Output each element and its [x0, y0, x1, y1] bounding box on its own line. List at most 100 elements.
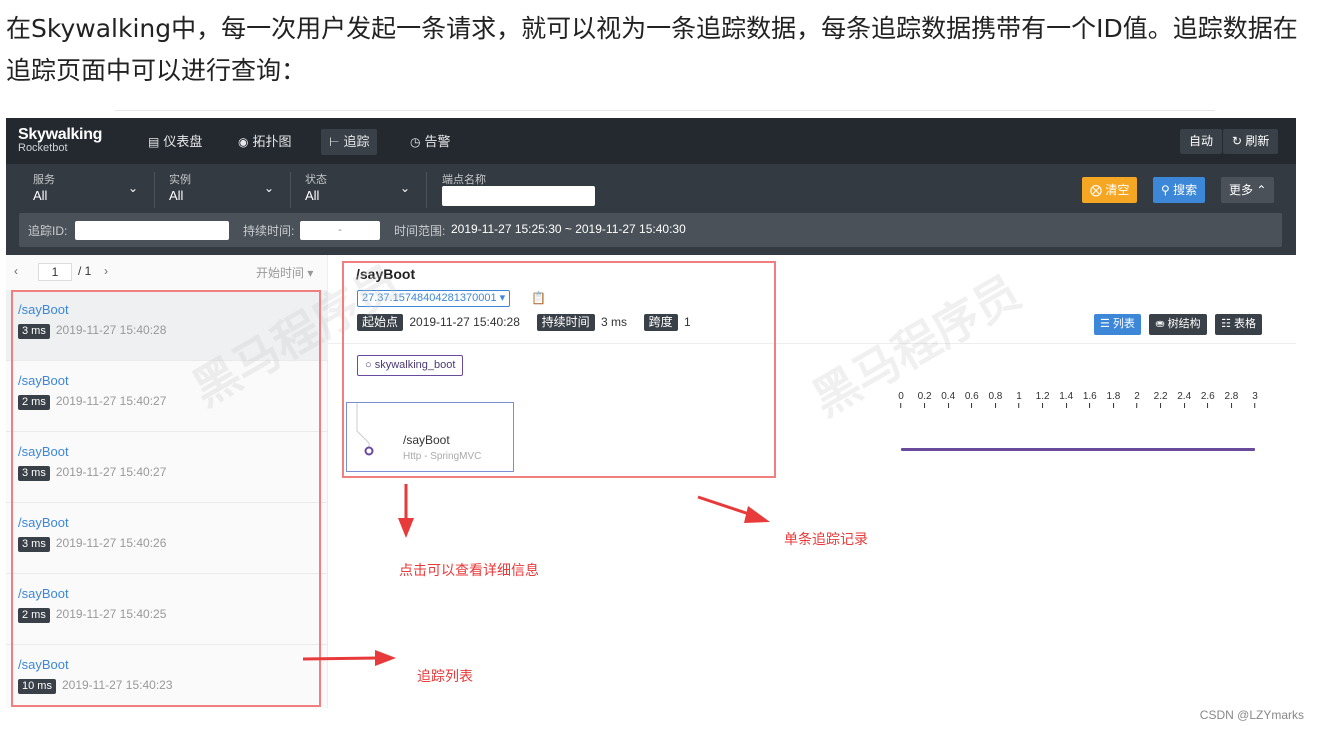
trace-icon: ⊢ — [329, 135, 340, 149]
axis-tick-mark — [1136, 403, 1138, 408]
axis-tick-mark — [1230, 403, 1232, 408]
axis-tick-label: 1.6 — [1082, 391, 1097, 402]
axis-tick-label: 0.4 — [941, 391, 956, 402]
axis-tick-mark — [971, 403, 973, 408]
axis-tick-mark — [924, 403, 926, 408]
tree-icon: ⛂ — [1155, 318, 1165, 330]
axis-tick: 1.6 — [1083, 391, 1097, 408]
endpoint-input[interactable] — [442, 186, 595, 206]
axis-tick-label: 1.4 — [1059, 391, 1074, 402]
search-icon: ⚲ — [1161, 183, 1170, 197]
trace-id-label: 追踪ID: — [28, 224, 68, 238]
axis-tick-mark — [900, 403, 902, 408]
detail-hint-annotation: 点击可以查看详细信息 — [399, 563, 539, 579]
axis-tick-label: 0 — [898, 391, 904, 402]
more-button[interactable]: 更多 ⌃ — [1221, 177, 1275, 203]
axis-tick-mark — [1183, 403, 1185, 408]
instance-select[interactable]: 实例 All ⌄ — [169, 171, 274, 203]
service-select[interactable]: 服务 All ⌄ — [33, 171, 138, 203]
status-label: 状态 — [305, 174, 327, 186]
axis-tick-label: 2.8 — [1224, 391, 1239, 402]
alarm-icon: ◷ — [410, 135, 421, 149]
axis-tick-label: 0.2 — [917, 391, 932, 402]
axis-tick-mark — [1207, 403, 1209, 408]
status-value: All — [305, 188, 320, 203]
tree-view-button[interactable]: ⛂ 树结构 — [1149, 314, 1207, 335]
axis-tick: 2.6 — [1201, 391, 1215, 408]
logo: Skywalking Rocketbot — [18, 126, 102, 154]
axis-tick: 1.4 — [1059, 391, 1073, 408]
axis-tick: 2.8 — [1224, 391, 1238, 408]
filter-divider — [154, 172, 155, 208]
sort-label: 开始时间 — [256, 266, 305, 280]
chevron-up-icon: ⌃ — [1256, 183, 1267, 197]
chevron-down-icon: ⌄ — [127, 181, 138, 195]
page-input[interactable]: 1 — [38, 263, 72, 281]
pager: ‹ 1 / 1 › 开始时间 ▾ — [12, 263, 322, 283]
axis-tick-label: 0.8 — [988, 391, 1003, 402]
clear-button[interactable]: ⨂ 清空 — [1082, 177, 1138, 203]
advanced-filters: 追踪ID: 持续时间: - 时间范围: 2019-11-27 15:25:30 … — [19, 213, 1282, 247]
axis-tick-label: 3 — [1252, 391, 1258, 402]
list-icon: ☰ — [1099, 318, 1110, 330]
nav-dashboard[interactable]: ▤ 仪表盘 — [140, 129, 210, 155]
axis-tick-label: 2.2 — [1153, 391, 1168, 402]
axis-tick: 0.6 — [965, 391, 979, 408]
list-view-button[interactable]: ☰ 列表 — [1093, 314, 1141, 335]
axis-tick-mark — [1160, 403, 1162, 408]
axis-tick: 1.8 — [1106, 391, 1120, 408]
view-switcher: ☰ 列表 ⛂ 树结构 ☷ 表格 — [1090, 314, 1262, 335]
axis-tick-label: 2.6 — [1200, 391, 1215, 402]
search-button[interactable]: ⚲ 搜索 — [1153, 177, 1206, 203]
axis-tick-mark — [1112, 403, 1114, 408]
page-total: / 1 — [78, 264, 92, 278]
chevron-left-icon[interactable]: ‹ — [14, 264, 18, 278]
span-bar[interactable] — [901, 448, 1255, 451]
tree-view-label: 树结构 — [1167, 318, 1201, 330]
duration-label: 持续时间: — [243, 224, 295, 238]
clear-label: 清空 — [1105, 183, 1130, 197]
nav-topology[interactable]: ◉ 拓扑图 — [230, 129, 300, 155]
refresh-label: 刷新 — [1245, 134, 1270, 148]
chevron-down-icon: ⌄ — [263, 181, 274, 195]
trace-id-input[interactable] — [75, 221, 229, 240]
chevron-right-icon[interactable]: › — [104, 264, 108, 278]
refresh-icon: ↻ — [1232, 134, 1243, 148]
axis-tick: 2 — [1134, 391, 1140, 408]
axis-tick-label: 0.6 — [964, 391, 979, 402]
service-value: All — [33, 188, 48, 203]
list-view-label: 列表 — [1112, 318, 1135, 330]
instance-value: All — [169, 188, 184, 203]
axis-tick: 3 — [1252, 391, 1258, 408]
axis-tick-mark — [1065, 403, 1067, 408]
axis-tick-mark — [1018, 403, 1020, 408]
status-select[interactable]: 状态 All ⌄ — [305, 171, 410, 203]
axis-tick: 0.8 — [988, 391, 1002, 408]
time-range-value[interactable]: 2019-11-27 15:25:30 ~ 2019-11-27 15:40:3… — [451, 222, 686, 236]
axis-tick-label: 1.8 — [1106, 391, 1121, 402]
search-label: 搜索 — [1173, 183, 1198, 197]
auto-button[interactable]: 自动 — [1180, 129, 1223, 154]
axis-tick-label: 2 — [1134, 391, 1140, 402]
refresh-button[interactable]: ↻ 刷新 — [1223, 129, 1279, 154]
chevron-down-icon: ⌄ — [399, 181, 410, 195]
nav-alarm[interactable]: ◷ 告警 — [402, 129, 459, 155]
axis-tick: 0.2 — [918, 391, 932, 408]
nav-trace[interactable]: ⊢ 追踪 — [321, 129, 378, 155]
axis-tick-mark — [994, 403, 996, 408]
table-view-label: 表格 — [1234, 318, 1256, 330]
duration-input[interactable]: - — [300, 221, 380, 240]
time-range-label: 时间范围: — [394, 224, 446, 238]
axis-tick-mark — [1254, 403, 1256, 408]
nav-label: 拓扑图 — [252, 134, 292, 149]
axis-tick: 0.4 — [941, 391, 955, 408]
axis-tick: 1 — [1016, 391, 1022, 408]
nav-label: 仪表盘 — [163, 134, 203, 149]
table-view-button[interactable]: ☷ 表格 — [1215, 314, 1262, 335]
filter-divider — [290, 172, 291, 208]
more-label: 更多 — [1229, 183, 1254, 197]
single-record-annotation: 单条追踪记录 — [784, 532, 868, 548]
axis-tick-mark — [1089, 403, 1091, 408]
sort-select[interactable]: 开始时间 ▾ — [256, 264, 313, 281]
nav-label: 告警 — [424, 134, 451, 149]
